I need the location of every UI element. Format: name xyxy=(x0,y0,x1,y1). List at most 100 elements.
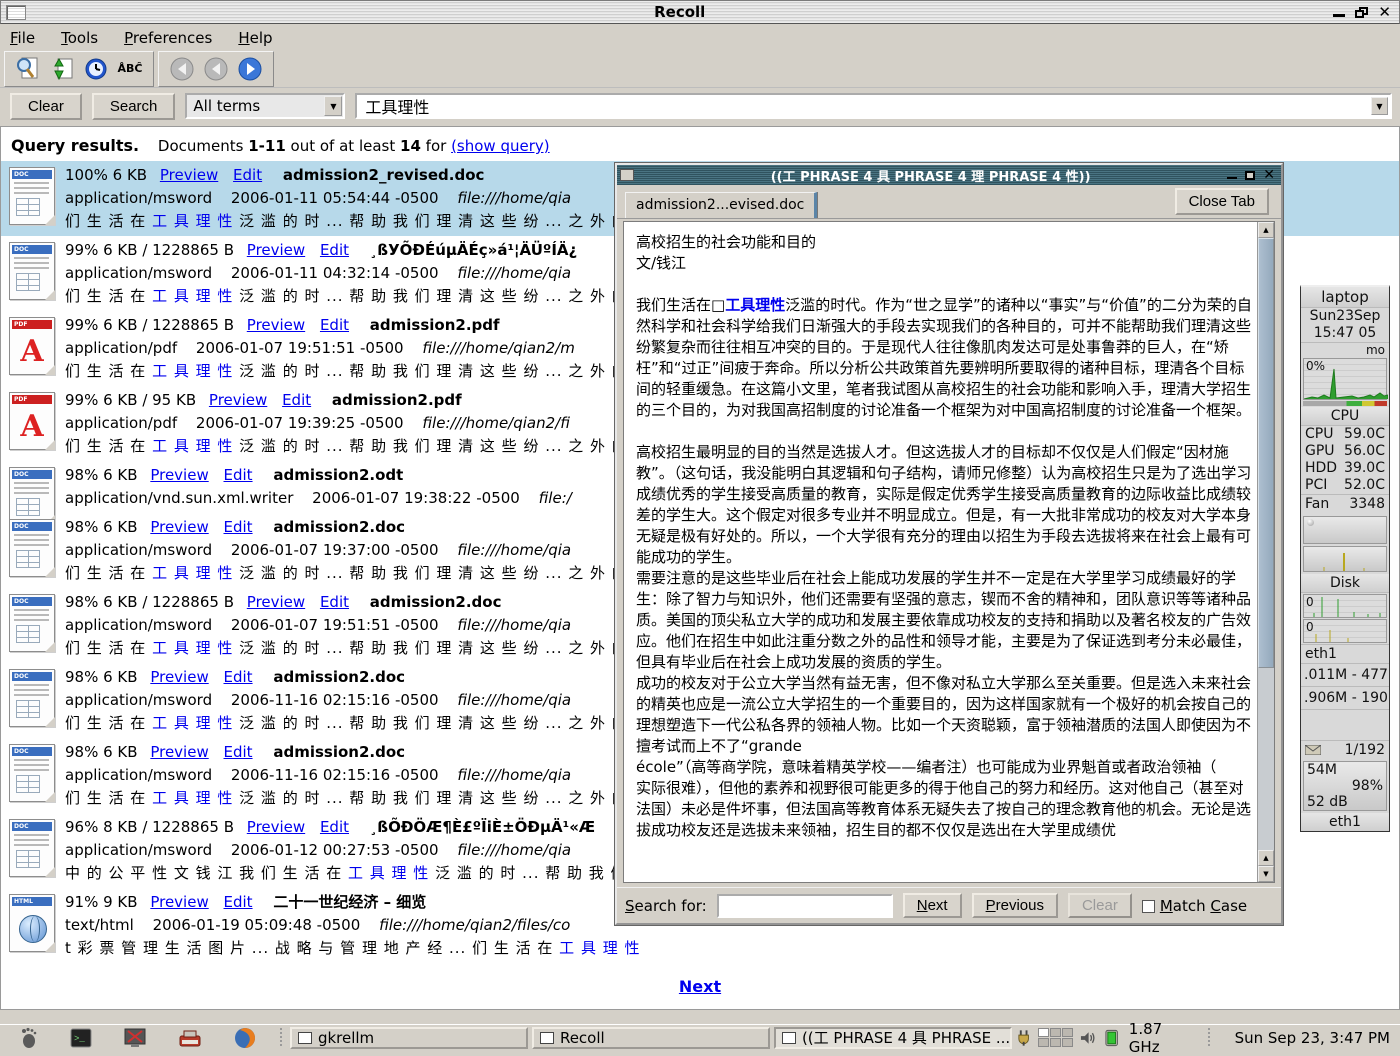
preview-window-menu-icon[interactable] xyxy=(620,169,634,181)
find-next-button[interactable]: Next xyxy=(903,893,962,918)
edit-link[interactable]: Edit xyxy=(233,166,262,184)
result-mimetype: application/msword xyxy=(65,691,212,709)
edit-link[interactable]: Edit xyxy=(282,391,311,409)
edit-link[interactable]: Edit xyxy=(320,818,349,836)
preview-link[interactable]: Preview xyxy=(247,316,305,334)
preview-link[interactable]: Preview xyxy=(209,391,267,409)
preview-link[interactable]: Preview xyxy=(247,593,305,611)
match-case-checkbox[interactable] xyxy=(1142,900,1155,913)
preview-restore-icon[interactable] xyxy=(1245,171,1255,180)
search-button[interactable]: Search xyxy=(92,93,176,120)
chevron-down-icon[interactable]: ▼ xyxy=(324,96,342,116)
edit-link[interactable]: Edit xyxy=(224,518,253,536)
edit-link[interactable]: Edit xyxy=(224,668,253,686)
taskbar-task-button[interactable]: Recoll xyxy=(532,1027,770,1049)
preview-link[interactable]: Preview xyxy=(247,818,305,836)
firefox-icon[interactable] xyxy=(234,1027,256,1049)
preview-minimize-icon[interactable] xyxy=(1227,171,1237,179)
menu-tools[interactable]: Tools xyxy=(61,29,98,47)
result-mimetype: application/msword xyxy=(65,616,212,634)
restore-icon[interactable] xyxy=(1355,7,1368,18)
workspace-pager[interactable] xyxy=(1038,1028,1073,1047)
scroll-up-icon[interactable]: ▲ xyxy=(1258,222,1274,238)
preview-close-icon[interactable]: ✕ xyxy=(1263,170,1275,181)
edit-link[interactable]: Edit xyxy=(320,241,349,259)
preview-tab[interactable]: admission2...evised.doc xyxy=(625,192,817,218)
edit-link[interactable]: Edit xyxy=(320,593,349,611)
preview-document-icon[interactable] xyxy=(13,54,43,84)
sort-by-date-icon[interactable] xyxy=(81,54,111,84)
edit-link[interactable]: Edit xyxy=(320,316,349,334)
scroll-down-icon[interactable]: ▼ xyxy=(1258,866,1274,882)
history-chevron-down-icon[interactable]: ▼ xyxy=(1371,97,1388,115)
file-type-icon: PDF A xyxy=(9,392,55,450)
minimize-icon[interactable] xyxy=(1333,8,1345,17)
preview-text[interactable]: 高校招生的社会功能和目的 文/钱江我们生活在□工具理性泛滥的时代。作为“世之显学… xyxy=(624,222,1257,882)
fan-row: Fan3348 xyxy=(1301,494,1389,514)
previous-page-icon[interactable] xyxy=(201,54,231,84)
show-query-link[interactable]: (show query) xyxy=(451,137,550,155)
taskbar-clock[interactable]: Sun Sep 23, 3:47 PM xyxy=(1235,1029,1390,1047)
file-type-icon: DOC xyxy=(9,594,55,652)
preview-link[interactable]: Preview xyxy=(150,893,208,911)
sensor-row: PCI52.0C xyxy=(1301,477,1389,494)
taskbar: >_ gkrellmRecoll((工 PHRASE 4 具 PHRASE ..… xyxy=(0,1024,1400,1050)
taskbar-separator[interactable] xyxy=(280,1028,284,1048)
query-input[interactable]: 工具理性 ▼ xyxy=(355,93,1392,119)
preview-scrollbar[interactable]: ▲ ▲ ▼ xyxy=(1257,222,1274,882)
preview-paragraph: 成功的校友对于公立大学当然有益无害，但不像对私立大学那么至关重要。但是选入未来社… xyxy=(636,673,1253,841)
preview-link[interactable]: Preview xyxy=(150,668,208,686)
result-url: file:///home/qia xyxy=(457,841,571,859)
close-tab-button[interactable]: Close Tab xyxy=(1175,188,1269,215)
edit-link[interactable]: Edit xyxy=(224,893,253,911)
scroll-up2-icon[interactable]: ▲ xyxy=(1258,850,1274,866)
edit-link[interactable]: Edit xyxy=(224,466,253,484)
gnome-menu-icon[interactable] xyxy=(18,1027,38,1049)
menu-preferences[interactable]: Preferences xyxy=(124,29,212,47)
terminal-icon[interactable]: >_ xyxy=(70,1028,92,1048)
close-icon[interactable]: ✕ xyxy=(1378,7,1391,18)
term-explorer-icon[interactable]: ÅBĈ xyxy=(115,54,145,84)
preview-link[interactable]: Preview xyxy=(150,743,208,761)
next-results-link[interactable]: Next xyxy=(679,977,721,996)
mail-row: 1/192 xyxy=(1301,740,1389,759)
typewriter-icon[interactable] xyxy=(178,1028,202,1048)
preview-paragraph: 我们生活在□工具理性泛滥的时代。作为“世之显学”的诸种以“事实”与“价值”的二分… xyxy=(636,295,1253,421)
disk-chart-write: 0 xyxy=(1303,619,1387,643)
first-page-icon[interactable] xyxy=(167,54,197,84)
search-mode-select[interactable]: All terms ▼ xyxy=(185,93,345,119)
net-rx: .011M - 477 xyxy=(1301,664,1389,687)
result-filename: admission2.doc xyxy=(273,743,405,761)
sort-document-icon[interactable] xyxy=(47,54,77,84)
edit-link[interactable]: Edit xyxy=(224,743,253,761)
volume-icon[interactable] xyxy=(1080,1030,1097,1046)
result-date: 2006-01-19 05:09:48 -0500 xyxy=(153,916,361,934)
cpu-chart: 0% xyxy=(1303,358,1387,400)
fan-chart[interactable] xyxy=(1303,516,1387,544)
clear-button[interactable]: Clear xyxy=(10,93,82,120)
taskbar-task-button[interactable]: gkrellm xyxy=(290,1027,528,1049)
result-filename: admission2.pdf xyxy=(370,316,500,334)
power-plug-icon[interactable] xyxy=(1016,1029,1031,1047)
preview-link[interactable]: Preview xyxy=(150,466,208,484)
results-header: Query results. Documents 1-11 out of at … xyxy=(1,127,1399,161)
preview-link[interactable]: Preview xyxy=(160,166,218,184)
preview-link[interactable]: Preview xyxy=(150,518,208,536)
tray-separator[interactable] xyxy=(1208,1028,1212,1048)
menu-file[interactable]: File xyxy=(10,29,35,47)
next-page-icon[interactable] xyxy=(235,54,265,84)
preview-paragraph: 高校招生的社会功能和目的 文/钱江 xyxy=(636,232,1253,274)
find-previous-button[interactable]: Previous xyxy=(972,893,1058,918)
result-mimetype: application/msword xyxy=(65,541,212,559)
window-menu-icon[interactable] xyxy=(6,5,26,20)
lock-screen-icon[interactable] xyxy=(124,1028,146,1048)
preview-link[interactable]: Preview xyxy=(247,241,305,259)
match-case-checkbox-row[interactable]: Match Case xyxy=(1142,897,1247,915)
taskbar-task-button[interactable]: ((工 PHRASE 4 具 PHRASE ... xyxy=(774,1027,1012,1049)
scrollbar-thumb[interactable] xyxy=(1258,238,1274,668)
find-clear-button[interactable]: Clear xyxy=(1068,893,1132,918)
cpu-freq-icon[interactable] xyxy=(1104,1029,1119,1047)
menu-help[interactable]: Help xyxy=(238,29,272,47)
gkrellm-monitor[interactable]: laptop Sun23Sep 15:47 05 mo 0% CPU CPU59… xyxy=(1300,285,1390,832)
preview-search-input[interactable] xyxy=(717,894,893,918)
